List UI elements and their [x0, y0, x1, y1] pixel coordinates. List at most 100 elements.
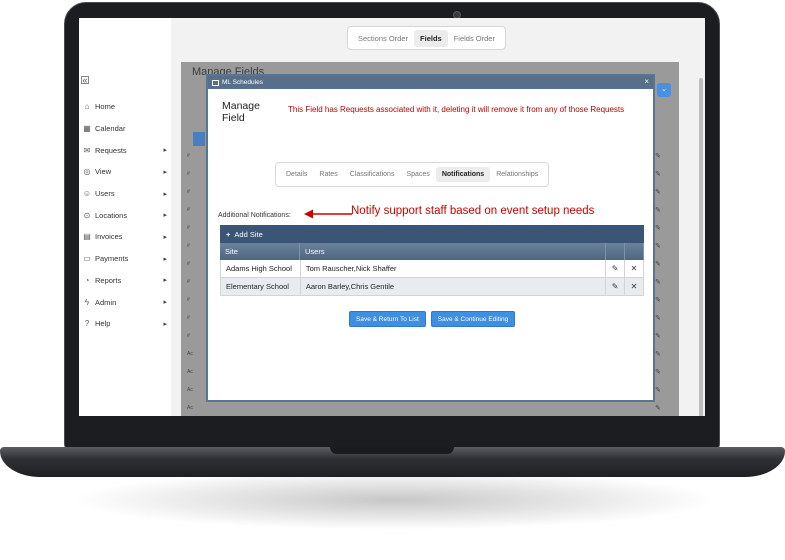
- tab-rates[interactable]: Rates: [313, 167, 343, 182]
- sidebar-item-help[interactable]: ? Help ▸: [79, 313, 171, 335]
- pencil-icon: ✎: [655, 153, 661, 160]
- sidebar-item-view[interactable]: ◎ View ▸: [79, 161, 171, 183]
- column-header-users[interactable]: Users: [300, 243, 606, 260]
- background-row-label: #: [187, 153, 190, 159]
- modal-title: Manage Field: [222, 100, 260, 124]
- sidebar-item-invoices[interactable]: ▤ Invoices ▸: [79, 226, 171, 248]
- requests-icon: ✉: [83, 145, 91, 155]
- sidebar-item-admin[interactable]: ϟ Admin ▸: [79, 291, 171, 313]
- save-return-button[interactable]: Save & Return To List: [349, 311, 426, 327]
- sidebar-item-payments[interactable]: ▭ Payments ▸: [79, 248, 171, 270]
- laptop-notch: [330, 447, 454, 454]
- plus-icon: +: [226, 229, 231, 239]
- pencil-icon: ✎: [655, 387, 661, 394]
- sidebar-item-locations[interactable]: ⊙ Locations ▸: [79, 204, 171, 226]
- view-icon: ◎: [83, 167, 91, 177]
- table-row[interactable]: Elementary School Aaron Barley,Chris Gent…: [220, 278, 644, 296]
- sidebar-item-label: Calendar: [95, 124, 126, 134]
- pencil-icon[interactable]: ✎: [606, 260, 626, 277]
- field-tabs: Sections Order Fields Fields Order: [347, 26, 506, 50]
- sidebar-item-users[interactable]: ☺ Users ▸: [79, 183, 171, 205]
- sidebar-item-label: Locations: [95, 210, 128, 220]
- column-header-edit: [606, 243, 625, 260]
- home-icon: ⌂: [84, 102, 90, 112]
- sidebar-item-label: Payments: [95, 254, 129, 264]
- tab-relationships[interactable]: Relationships: [490, 167, 544, 182]
- tab-classifications[interactable]: Classifications: [344, 167, 401, 182]
- site-cell: Elementary School: [221, 278, 301, 295]
- users-icon: ☺: [82, 189, 92, 199]
- add-site-label: Add Site: [234, 229, 263, 239]
- collapse-sidebar-icon[interactable]: «: [81, 76, 89, 85]
- background-row-label: #: [187, 225, 190, 231]
- pencil-icon: ✎: [655, 333, 661, 340]
- pencil-icon[interactable]: ✎: [606, 278, 626, 295]
- sidebar-item-label: Requests: [95, 145, 127, 155]
- pencil-icon: ✎: [655, 351, 661, 358]
- invoices-icon: ▤: [83, 232, 91, 242]
- users-cell: Aaron Barley,Chris Gentile: [301, 278, 607, 295]
- modal-buttons: Save & Return To List Save & Continue Ed…: [349, 311, 516, 327]
- tab-notifications[interactable]: Notifications: [435, 167, 491, 182]
- sidebar-item-label: View: [95, 167, 112, 177]
- background-row-label: Ac: [187, 369, 193, 375]
- background-row-label: #: [187, 261, 190, 267]
- laptop-mockup: « ⌂ Home ▦ Calendar ✉ Requests ▸ ◎ View ▸ ☺ Users ▸ ⊙…: [0, 0, 785, 560]
- delete-icon[interactable]: ✕: [625, 260, 644, 277]
- sidebar-item-reports[interactable]: ◔ Reports ▸: [79, 270, 171, 292]
- pencil-icon: ✎: [655, 279, 661, 286]
- tab-fields-order[interactable]: Fields Order: [448, 30, 501, 47]
- users-cell: Tom Rauscher,Nick Shaffer: [301, 260, 607, 277]
- laptop-shadow: [70, 470, 720, 530]
- grid-header: Site Users: [220, 243, 644, 260]
- tab-fields[interactable]: Fields: [414, 29, 448, 47]
- chevron-right-icon: ▸: [163, 277, 167, 285]
- sidebar-item-requests[interactable]: ✉ Requests ▸: [79, 139, 171, 161]
- chevron-right-icon: ▸: [163, 320, 167, 328]
- tab-spaces[interactable]: Spaces: [400, 167, 435, 182]
- close-icon[interactable]: ×: [644, 77, 649, 86]
- callout-arrow-icon: [304, 209, 352, 219]
- background-dropdown-icon: ⌄: [657, 83, 671, 97]
- background-row-label: #: [187, 297, 190, 303]
- chevron-right-icon: ▸: [163, 168, 167, 176]
- payments-icon: ▭: [83, 254, 91, 264]
- pencil-icon: ✎: [655, 405, 661, 412]
- background-row-label: Ac: [187, 351, 193, 357]
- modal-tabs: Details Rates Classifications Spaces Notific…: [275, 162, 550, 187]
- column-header-site[interactable]: Site: [220, 243, 300, 260]
- background-row-label: #: [187, 279, 190, 285]
- pencil-icon: ✎: [655, 189, 661, 196]
- sidebar-item-home[interactable]: ⌂ Home: [79, 96, 171, 118]
- site-cell: Adams High School: [221, 260, 301, 277]
- additional-notifications-label: Additional Notifications:: [218, 212, 291, 219]
- delete-warning: This Field has Requests associated with …: [288, 105, 625, 114]
- modal-window-title: ML Schedules: [222, 79, 263, 86]
- pencil-icon: ✎: [655, 225, 661, 232]
- chevron-right-icon: ▸: [163, 147, 167, 155]
- background-row-label: #: [187, 333, 190, 339]
- pencil-icon: ✎: [655, 297, 661, 304]
- notifications-grid: + Add Site Site Users Adams High School T…: [220, 225, 644, 296]
- chevron-right-icon: ▸: [163, 299, 167, 307]
- reports-icon: ◔: [84, 275, 90, 285]
- pencil-icon: ✎: [655, 207, 661, 214]
- page-scrollbar[interactable]: [699, 78, 703, 416]
- background-row-label: Ac: [187, 387, 193, 393]
- pencil-icon: ✎: [655, 261, 661, 268]
- tab-sections-order[interactable]: Sections Order: [352, 30, 414, 47]
- callout-annotation: Notify support staff based on event setu…: [351, 205, 595, 217]
- chevron-right-icon: ▸: [163, 212, 167, 220]
- background-row-label: #: [187, 315, 190, 321]
- add-site-button[interactable]: + Add Site: [220, 225, 644, 243]
- admin-icon: ϟ: [84, 297, 90, 307]
- background-table-row: Ac: [181, 400, 679, 416]
- manage-field-modal: ML Schedules × Manage Field This Field h…: [206, 74, 655, 402]
- sidebar-item-calendar[interactable]: ▦ Calendar: [79, 118, 171, 140]
- tab-details[interactable]: Details: [280, 167, 313, 182]
- save-continue-button[interactable]: Save & Continue Editing: [430, 311, 516, 327]
- sidebar-item-label: Help: [95, 319, 111, 329]
- delete-icon[interactable]: ✕: [625, 278, 644, 295]
- sidebar-nav: ⌂ Home ▦ Calendar ✉ Requests ▸ ◎ View ▸ ☺ Users ▸ ⊙ Lo…: [79, 96, 171, 335]
- table-row[interactable]: Adams High School Tom Rauscher,Nick Shaff…: [220, 260, 644, 278]
